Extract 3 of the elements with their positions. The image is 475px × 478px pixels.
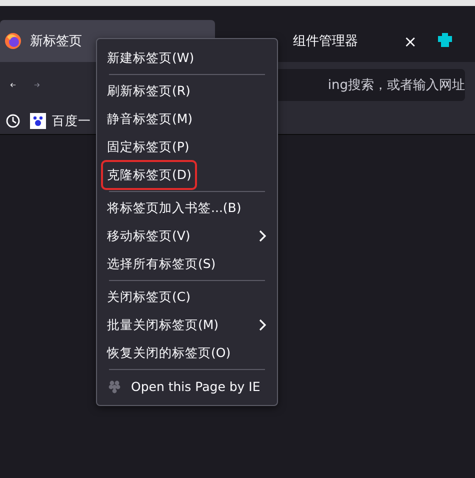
tab-title: 组件管理器 xyxy=(293,33,359,50)
bookmark-label: 百度一 xyxy=(52,112,91,130)
tab-title: 新标签页 xyxy=(30,33,83,50)
